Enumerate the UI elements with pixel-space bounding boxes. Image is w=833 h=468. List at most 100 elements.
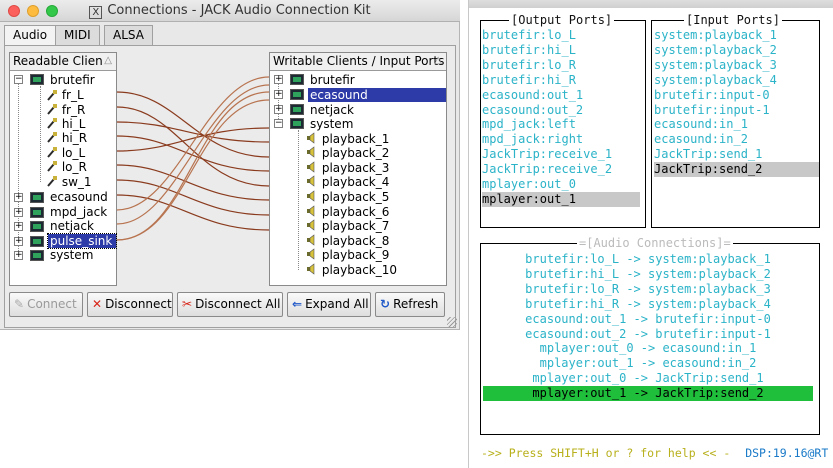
expand-all-button[interactable]: ⇐ Expand All	[287, 292, 371, 317]
output-port-row[interactable]: mplayer:out_0	[482, 177, 576, 192]
connection-row[interactable]: mplayer:out_1 -> ecasound:in_2	[483, 356, 813, 371]
writable-client-ecasound[interactable]: ecasound	[308, 88, 446, 102]
output-port-row[interactable]: mpd_jack:left	[482, 117, 576, 132]
collapse-system-icon[interactable]: −	[274, 119, 283, 128]
readable-client-system[interactable]: system	[50, 248, 93, 262]
resize-grip-icon[interactable]	[447, 317, 457, 327]
readable-client-mpd-jack[interactable]: mpd_jack	[50, 205, 107, 219]
readable-clients-header[interactable]: Readable Clien △	[10, 53, 116, 71]
input-port-row[interactable]: brutefir:input-1	[654, 103, 770, 118]
input-port-row[interactable]: system:playback_1	[654, 28, 777, 43]
tab-audio[interactable]: Audio	[4, 25, 57, 46]
writable-port-playback-6[interactable]: playback_6	[306, 205, 389, 219]
expand-netjack-icon[interactable]: +	[14, 222, 23, 231]
writable-client-netjack[interactable]: netjack	[310, 103, 354, 117]
output-port-row[interactable]: mpd_jack:right	[482, 132, 583, 147]
expand-ecasound-icon[interactable]: +	[274, 90, 283, 99]
disconnect-button[interactable]: ✕ Disconnect	[87, 292, 173, 317]
expand-system-icon[interactable]: +	[14, 251, 23, 260]
readable-client-ecasound[interactable]: ecasound	[50, 190, 108, 204]
help-hint: ->> Press SHIFT+H or ? for help << -	[481, 446, 731, 460]
input-port-row[interactable]: JackTrip:send_2	[654, 162, 819, 178]
speaker-icon	[307, 190, 315, 202]
output-port-row[interactable]: brutefir:lo_L	[482, 28, 576, 43]
writable-port-playback-3[interactable]: playback_3	[306, 161, 389, 175]
connection-row[interactable]: mplayer:out_1 -> JackTrip:send_2	[483, 386, 813, 402]
expand-arrow-icon: ⇐	[292, 297, 303, 311]
client-icon	[30, 250, 44, 261]
expand-brutefir-icon[interactable]: +	[274, 75, 283, 84]
terminal-window: [Output Ports] [Input Ports] =[Audio Con…	[468, 0, 833, 468]
input-port-row[interactable]: system:playback_3	[654, 58, 777, 73]
writable-clients-header[interactable]: Writable Clients / Input Ports △	[270, 53, 446, 71]
refresh-icon: ↻	[380, 297, 391, 311]
jack-titlebar[interactable]: X Connections - JACK Audio Connection Kit	[0, 0, 460, 22]
speaker-icon	[307, 146, 315, 158]
connection-row[interactable]: brutefir:hi_R -> system:playback_4	[483, 297, 813, 312]
expand-pulse-sink-icon[interactable]: +	[14, 237, 23, 246]
tab-alsa[interactable]: ALSA	[104, 25, 153, 45]
collapse-brutefir-icon[interactable]: −	[14, 75, 23, 84]
expand-netjack-icon[interactable]: +	[274, 105, 283, 114]
client-icon	[290, 89, 304, 100]
output-port-row[interactable]: ecasound:out_2	[482, 103, 583, 118]
output-port-row[interactable]: ecasound:out_1	[482, 88, 583, 103]
sort-arrow-icon: △	[434, 55, 442, 66]
connect-button[interactable]: ✎ Connect	[9, 292, 83, 317]
readable-port-hi-l[interactable]: hi_L	[46, 117, 85, 131]
output-port-row[interactable]: brutefir:hi_L	[482, 43, 576, 58]
readable-port-lo-l[interactable]: lo_L	[46, 146, 85, 160]
connection-row[interactable]: ecasound:out_2 -> brutefir:input-1	[483, 327, 813, 342]
terminal-titlebar[interactable]	[469, 0, 833, 8]
output-port-row[interactable]: JackTrip:receive_2	[482, 162, 612, 177]
speaker-icon	[307, 175, 315, 187]
tab-midi[interactable]: MIDI	[55, 25, 100, 45]
input-port-row[interactable]: ecasound:in_2	[654, 132, 748, 147]
client-icon	[30, 207, 44, 218]
expand-mpd-jack-icon[interactable]: +	[14, 208, 23, 217]
connection-row[interactable]: ecasound:out_1 -> brutefir:input-0	[483, 312, 813, 327]
refresh-button[interactable]: ↻ Refresh	[375, 292, 445, 317]
connection-row[interactable]: mplayer:out_0 -> ecasound:in_1	[483, 341, 813, 356]
writable-port-playback-9[interactable]: playback_9	[306, 248, 389, 262]
input-port-row[interactable]: ecasound:in_1	[654, 117, 748, 132]
writable-clients-list[interactable]: Writable Clients / Input Ports △ + brutef…	[269, 52, 447, 286]
connection-row[interactable]: mplayer:out_0 -> JackTrip:send_1	[483, 371, 813, 386]
connection-row[interactable]: brutefir:hi_L -> system:playback_2	[483, 267, 813, 282]
disconnect-all-icon: ✂	[182, 297, 193, 311]
expand-ecasound-icon[interactable]: +	[14, 193, 23, 202]
input-port-row[interactable]: brutefir:input-0	[654, 88, 770, 103]
plug-icon	[47, 147, 57, 158]
readable-port-fr-r[interactable]: fr_R	[46, 103, 85, 117]
writable-client-system[interactable]: system	[310, 117, 353, 131]
writable-port-playback-10[interactable]: playback_10	[306, 263, 397, 277]
readable-clients-list[interactable]: Readable Clien △ − brutefir fr_L fr_R hi_…	[9, 52, 117, 286]
window-title: X Connections - JACK Audio Connection Kit	[0, 3, 460, 19]
connection-row[interactable]: brutefir:lo_L -> system:playback_1	[483, 252, 813, 267]
input-port-row[interactable]: system:playback_2	[654, 43, 777, 58]
output-port-row[interactable]: brutefir:lo_R	[482, 58, 576, 73]
disconnect-all-button[interactable]: ✂ Disconnect All	[177, 292, 283, 317]
readable-port-hi-r[interactable]: hi_R	[46, 131, 87, 145]
readable-client-netjack[interactable]: netjack	[50, 219, 94, 233]
writable-port-playback-8[interactable]: playback_8	[306, 234, 389, 248]
writable-port-playback-7[interactable]: playback_7	[306, 219, 389, 233]
readable-port-sw-1[interactable]: sw_1	[46, 175, 92, 189]
input-ports-title: [Input Ports]	[684, 13, 782, 27]
output-port-row[interactable]: brutefir:hi_R	[482, 73, 576, 88]
readable-client-pulse-sink[interactable]: pulse_sink	[47, 233, 117, 249]
writable-port-playback-5[interactable]: playback_5	[306, 190, 389, 204]
input-port-row[interactable]: JackTrip:send_1	[654, 147, 762, 162]
output-port-row[interactable]: JackTrip:receive_1	[482, 147, 612, 162]
writable-client-brutefir[interactable]: brutefir	[310, 73, 355, 87]
writable-port-playback-1[interactable]: playback_1	[306, 132, 389, 146]
writable-port-playback-4[interactable]: playback_4	[306, 175, 389, 189]
input-port-row[interactable]: system:playback_4	[654, 73, 777, 88]
plug-icon	[47, 176, 57, 187]
readable-port-fr-l[interactable]: fr_L	[46, 88, 84, 102]
readable-client-brutefir[interactable]: brutefir	[50, 73, 95, 87]
output-port-row[interactable]: mplayer:out_1	[482, 191, 640, 207]
readable-port-lo-r[interactable]: lo_R	[46, 160, 87, 174]
connection-row[interactable]: brutefir:lo_R -> system:playback_3	[483, 282, 813, 297]
writable-port-playback-2[interactable]: playback_2	[306, 146, 389, 160]
